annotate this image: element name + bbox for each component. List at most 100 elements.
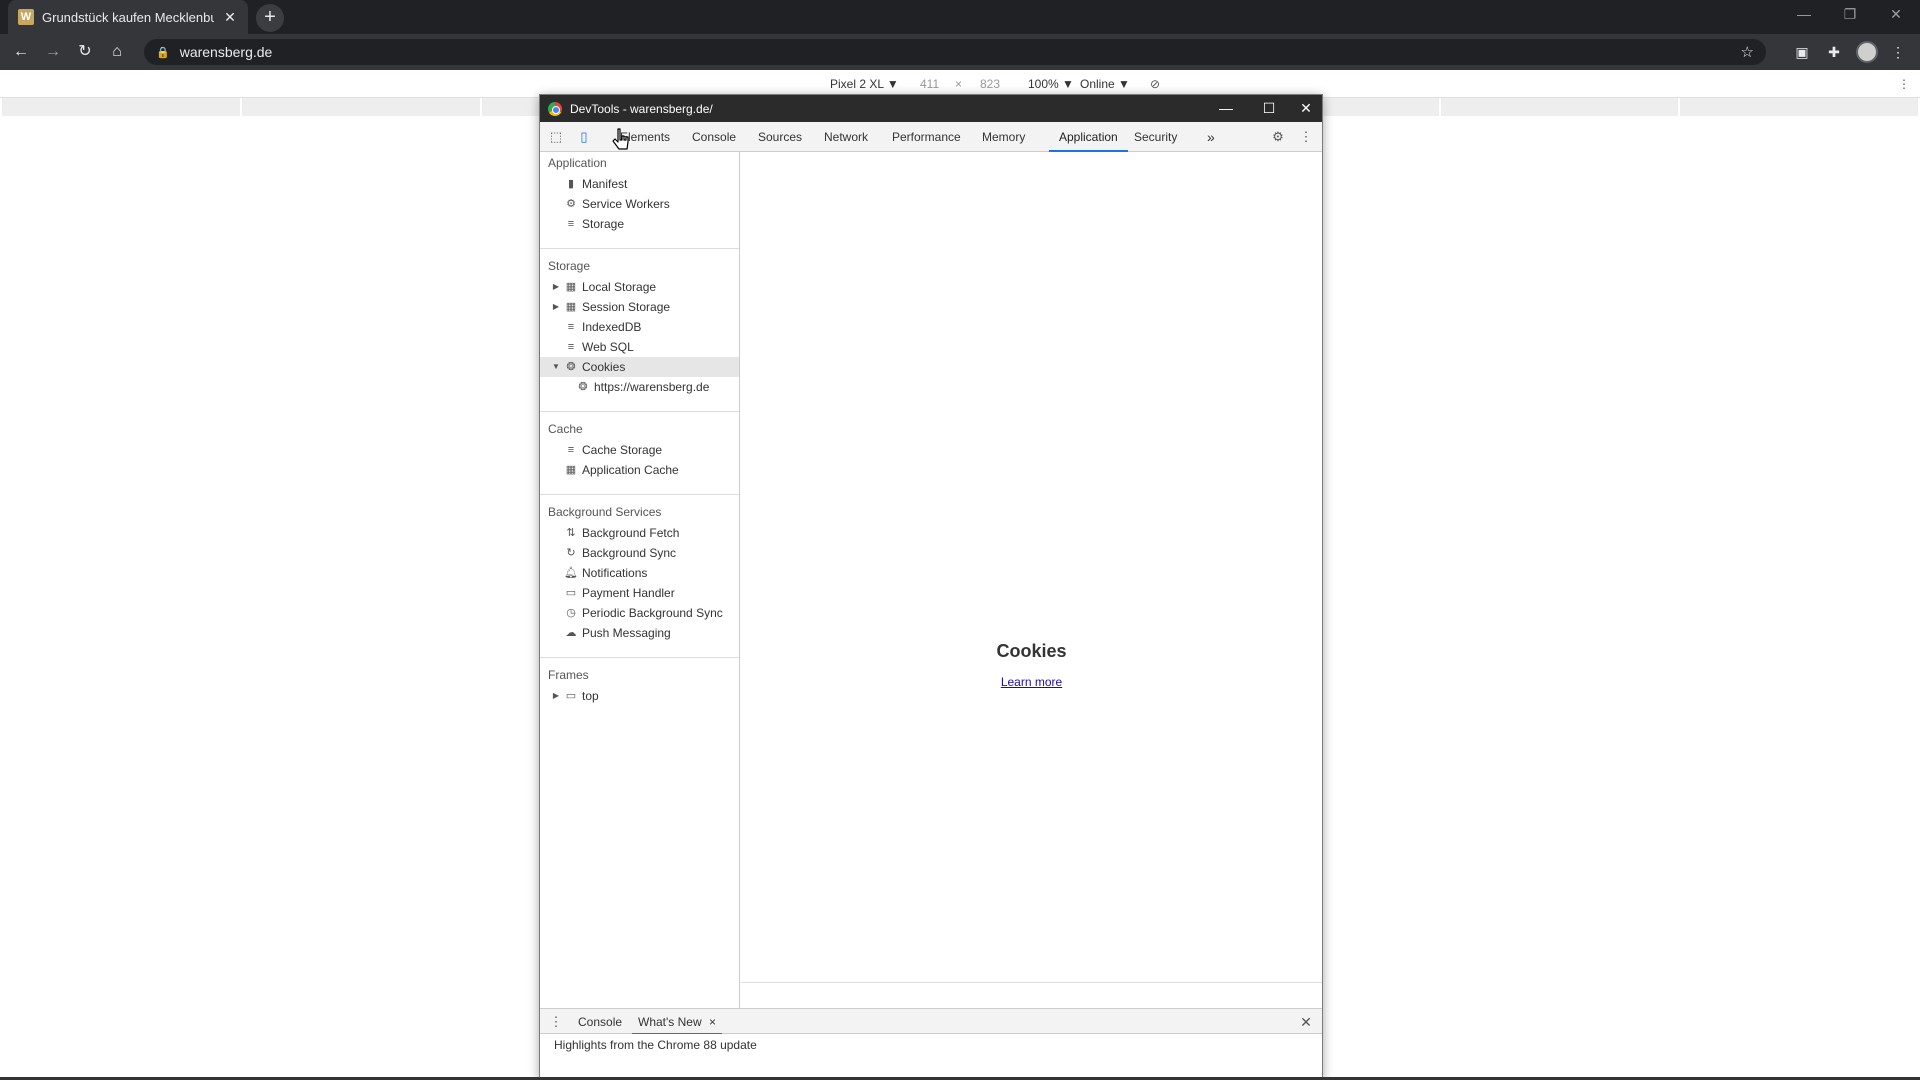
sidebar-item-background-fetch[interactable]: ⇅ Background Fetch	[540, 523, 739, 543]
viewport-height-input[interactable]: 823	[980, 77, 1000, 91]
more-tabs-button[interactable]: »	[1205, 122, 1217, 152]
cast-extension-icon[interactable]: ▣	[1792, 42, 1812, 62]
frame-icon: ▭	[565, 690, 577, 702]
device-toggle-icon[interactable]: ▯	[576, 129, 592, 145]
updown-arrows-icon: ⇅	[566, 527, 576, 539]
back-icon[interactable]: ←	[11, 42, 31, 62]
sidebar-item-frame-top[interactable]: ▶ ▭ top	[540, 686, 739, 706]
expand-arrow-icon[interactable]: ▶	[551, 297, 561, 317]
sidebar-item-web-sql[interactable]: ≡ Web SQL	[540, 337, 739, 357]
sidebar-item-indexeddb[interactable]: ≡ IndexedDB	[540, 317, 739, 337]
tab-sources[interactable]: Sources	[756, 122, 804, 152]
close-window-icon[interactable]: ✕	[1878, 6, 1914, 28]
sidebar-item-notifications[interactable]: 🔔︎ Notifications	[540, 563, 739, 583]
device-toolbar-menu-icon[interactable]: ⋮	[1898, 77, 1910, 91]
bookmark-star-icon[interactable]: ☆	[1741, 43, 1754, 61]
sidebar-item-push-messaging[interactable]: ☁ Push Messaging	[540, 623, 739, 643]
sidebar-item-manifest[interactable]: ▮ Manifest	[540, 174, 739, 194]
sidebar-item-application-cache[interactable]: ▦ Application Cache	[540, 460, 739, 480]
expand-arrow-icon[interactable]: ▶	[551, 686, 561, 706]
cookie-icon: ❂	[566, 361, 576, 373]
drawer-menu-icon[interactable]: ⋮	[548, 1014, 564, 1030]
sidebar-item-label: Cookies	[582, 360, 626, 374]
card-icon: ▭	[565, 587, 577, 599]
sidebar-item-label: Cache Storage	[582, 443, 663, 457]
network-throttle-select[interactable]: Online ▼	[1080, 77, 1130, 91]
sidebar-item-label: Application Cache	[582, 463, 679, 477]
devtools-close-icon[interactable]: ✕	[1291, 98, 1321, 119]
sidebar-item-label: Local Storage	[582, 280, 657, 294]
cookies-main-pane: Cookies Learn more	[741, 152, 1322, 982]
grid-icon: ▦	[565, 281, 577, 293]
lock-icon[interactable]: 🔒	[156, 46, 170, 59]
browser-tab[interactable]: W Grundstück kaufen Mecklenburg ✕	[8, 0, 248, 34]
devtools-maximize-icon[interactable]: ☐	[1254, 98, 1284, 119]
database-icon: ≡	[567, 321, 575, 333]
sidebar-item-cookies-origin[interactable]: ❂ https://warensberg.de	[540, 377, 739, 397]
cloud-icon: ☁	[565, 627, 577, 639]
mouse-cursor-icon	[612, 128, 629, 150]
device-select[interactable]: Pixel 2 XL ▼	[830, 77, 899, 91]
application-sidebar: Application ▮ Manifest ⚙ Service Workers…	[540, 152, 740, 1008]
media-query-segment[interactable]	[2, 98, 240, 116]
minimize-icon[interactable]: —	[1786, 6, 1822, 28]
home-icon[interactable]: ⌂	[107, 42, 127, 62]
sidebar-item-cookies[interactable]: ▼ ❂ Cookies	[540, 357, 739, 377]
sidebar-item-periodic-background-sync[interactable]: ◷ Periodic Background Sync	[540, 603, 739, 623]
drawer-tab-console[interactable]: Console	[576, 1009, 624, 1035]
media-query-segment[interactable]	[241, 98, 480, 116]
learn-more-link[interactable]: Learn more	[741, 675, 1322, 689]
sidebar-item-label: Notifications	[582, 566, 648, 580]
sidebar-item-storage[interactable]: ≡ Storage	[540, 214, 739, 234]
main-pane-footer	[741, 982, 1322, 1008]
browser-menu-icon[interactable]: ⋮	[1888, 42, 1908, 62]
devtools-menu-icon[interactable]: ⋮	[1298, 129, 1314, 145]
section-title-frames: Frames	[548, 668, 589, 682]
close-tab-icon[interactable]: ✕	[222, 9, 238, 26]
rotate-icon[interactable]: ⊘	[1150, 77, 1160, 91]
sidebar-item-label: Web SQL	[582, 340, 634, 354]
clock-icon: ◷	[566, 607, 576, 619]
inspect-element-icon[interactable]: ⬚	[548, 129, 564, 145]
zoom-select[interactable]: 100% ▼	[1028, 77, 1074, 91]
tab-memory[interactable]: Memory	[980, 122, 1027, 152]
sidebar-item-session-storage[interactable]: ▶ ▦ Session Storage	[540, 297, 739, 317]
sidebar-item-label: Session Storage	[582, 300, 671, 314]
drawer-tab-whats-new[interactable]: What's New ×	[632, 1009, 722, 1035]
tab-security[interactable]: Security	[1132, 122, 1179, 152]
devtools-minimize-icon[interactable]: —	[1211, 98, 1241, 119]
address-bar[interactable]: 🔒 warensberg.de ☆	[144, 39, 1766, 65]
sidebar-item-label: Manifest	[582, 177, 628, 191]
restore-icon[interactable]: ❐	[1832, 6, 1868, 28]
tab-application[interactable]: Application	[1049, 122, 1128, 152]
sidebar-item-cache-storage[interactable]: ≡ Cache Storage	[540, 440, 739, 460]
expand-arrow-icon[interactable]: ▶	[551, 277, 561, 297]
media-query-segment[interactable]	[1680, 98, 1918, 116]
sidebar-item-background-sync[interactable]: ↻ Background Sync	[540, 543, 739, 563]
forward-icon[interactable]: →	[43, 42, 63, 62]
grid-icon: ▦	[565, 464, 577, 476]
extensions-puzzle-icon[interactable]: ✚	[1824, 42, 1844, 62]
section-divider	[540, 411, 739, 412]
viewport-width-input[interactable]: 411	[920, 77, 939, 91]
profile-avatar[interactable]	[1856, 41, 1878, 63]
collapse-arrow-icon[interactable]: ▼	[551, 357, 561, 377]
settings-gear-icon[interactable]: ⚙	[1270, 129, 1286, 145]
url-text: warensberg.de	[179, 44, 273, 60]
sidebar-item-local-storage[interactable]: ▶ ▦ Local Storage	[540, 277, 739, 297]
database-icon: ≡	[567, 341, 575, 353]
sidebar-item-label: top	[582, 689, 599, 703]
sidebar-item-payment-handler[interactable]: ▭ Payment Handler	[540, 583, 739, 603]
close-drawer-tab-icon[interactable]: ×	[709, 1015, 716, 1029]
sidebar-item-label: Push Messaging	[582, 626, 671, 640]
tab-network[interactable]: Network	[822, 122, 870, 152]
new-tab-button[interactable]: +	[256, 4, 284, 32]
reload-icon[interactable]: ↻	[75, 42, 95, 62]
tab-performance[interactable]: Performance	[890, 122, 963, 152]
tab-console[interactable]: Console	[690, 122, 738, 152]
devtools-titlebar: DevTools - warensberg.de/ — ☐ ✕	[540, 95, 1322, 122]
browser-tab-strip: W Grundstück kaufen Mecklenburg ✕ + — ❐ …	[0, 0, 1920, 34]
sidebar-item-service-workers[interactable]: ⚙ Service Workers	[540, 194, 739, 214]
close-drawer-icon[interactable]: ✕	[1298, 1014, 1314, 1030]
media-query-segment[interactable]	[1440, 98, 1679, 116]
